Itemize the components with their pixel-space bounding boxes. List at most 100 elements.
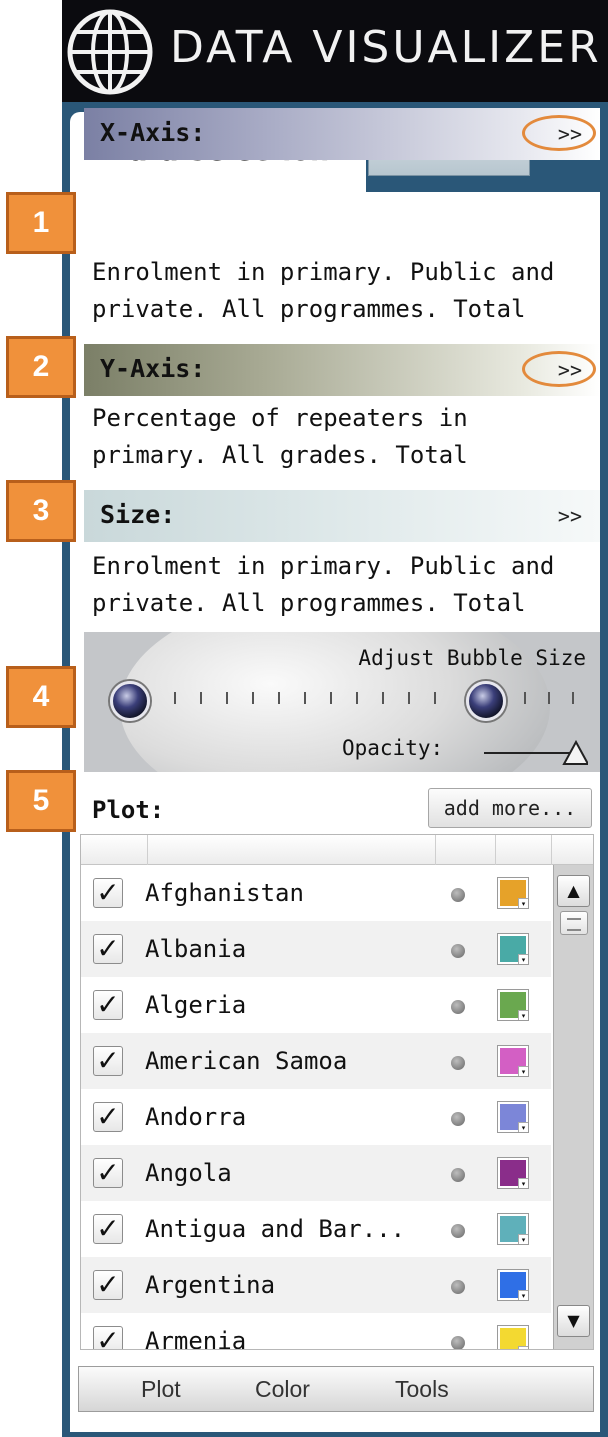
dropdown-arrow-icon: ▾ [518,1346,528,1349]
bubble-size-panel: Adjust Bubble Size Opacity: [84,632,600,772]
country-checkbox[interactable]: ✓ [93,1270,123,1300]
x-axis-description: Enrolment in primary. Public and private… [92,258,555,323]
bubble-size-min-knob[interactable] [110,681,150,721]
country-list: ✓ Afghanistan ▾ ✓ Albania ▾ ✓ Algeria ▾ ✓ American… [80,834,594,1350]
size-description: Enrolment in primary. Public and private… [92,552,555,617]
slider-tick [200,692,202,704]
opacity-label: Opacity: [342,736,444,760]
country-name: Argentina [145,1271,276,1299]
bottom-tab-color[interactable]: Color [255,1376,310,1403]
country-name: Armenia [145,1327,247,1350]
country-row[interactable]: ✓ Albania ▾ [81,921,551,977]
callout-4: 4 [6,666,76,728]
y-axis-label: Y-Axis: [100,354,206,383]
country-checkbox[interactable]: ✓ [93,1046,123,1076]
color-picker[interactable]: ▾ [497,933,529,965]
slider-tick [382,692,384,704]
country-row[interactable]: ✓ Andorra ▾ [81,1089,551,1145]
country-checkbox[interactable]: ✓ [93,934,123,964]
slider-tick [174,692,176,704]
color-picker[interactable]: ▾ [497,1269,529,1301]
bubble-dot-icon [451,1336,465,1349]
app-title: DATA VISUALIZER [170,22,602,73]
dropdown-arrow-icon: ▾ [518,1234,528,1244]
x-axis-label: X-Axis: [100,118,206,147]
color-picker[interactable]: ▾ [497,1325,529,1349]
dropdown-arrow-icon: ▾ [518,1178,528,1188]
country-row[interactable]: ✓ Angola ▾ [81,1145,551,1201]
scroll-up-button[interactable]: ▲ [557,875,590,907]
slider-tick [330,692,332,704]
bubble-dot-icon [451,1168,465,1182]
country-name: American Samoa [145,1047,348,1075]
callout-5: 5 [6,770,76,832]
scroll-thumb[interactable] [560,911,588,935]
slider-tick [572,692,574,704]
size-label: Size: [100,500,176,529]
highlight-ring [522,351,596,387]
color-picker[interactable]: ▾ [497,1213,529,1245]
callout-3: 3 [6,480,76,542]
column-divider [147,835,148,865]
globe-icon [67,9,153,95]
bubble-size-max-knob[interactable] [466,681,506,721]
bottom-tab-bar: Plot Color Tools [78,1366,594,1412]
color-picker[interactable]: ▾ [497,989,529,1021]
bubble-dot-icon [451,1280,465,1294]
list-scrollbar[interactable]: ▲ ▼ [553,865,593,1349]
size-expand-button[interactable]: >> [558,504,582,528]
slider-tick [408,692,410,704]
country-row[interactable]: ✓ Algeria ▾ [81,977,551,1033]
bubble-dot-icon [451,888,465,902]
bubble-dot-icon [451,1056,465,1070]
bubble-dot-icon [451,1224,465,1238]
highlight-ring [522,115,596,151]
country-row[interactable]: ✓ Argentina ▾ [81,1257,551,1313]
slider-tick [252,692,254,704]
country-name: Algeria [145,991,247,1019]
country-name: Albania [145,935,247,963]
country-row[interactable]: ✓ Antigua and Bar... ▾ [81,1201,551,1257]
country-checkbox[interactable]: ✓ [93,1102,123,1132]
column-divider [495,835,496,865]
country-row[interactable]: ✓ Afghanistan ▾ [81,865,551,921]
bottom-tab-tools[interactable]: Tools [395,1376,449,1403]
country-checkbox[interactable]: ✓ [93,1158,123,1188]
country-checkbox[interactable]: ✓ [93,1326,123,1349]
column-divider [551,835,552,865]
app-header: DATA VISUALIZER [62,0,608,102]
plot-label: Plot: [92,796,165,824]
add-more-button[interactable]: add more... [428,788,592,828]
color-picker[interactable]: ▾ [497,1101,529,1133]
slider-tick [524,692,526,704]
bubble-size-label: Adjust Bubble Size [358,646,586,670]
color-picker[interactable]: ▾ [497,1045,529,1077]
slider-tick [304,692,306,704]
dropdown-arrow-icon: ▾ [518,1290,528,1300]
slider-tick [278,692,280,704]
color-picker[interactable]: ▾ [497,877,529,909]
column-divider [435,835,436,865]
country-row[interactable]: ✓ American Samoa ▾ [81,1033,551,1089]
list-header [81,835,593,865]
country-checkbox[interactable]: ✓ [93,990,123,1020]
dropdown-arrow-icon: ▾ [518,1010,528,1020]
dropdown-arrow-icon: ▾ [518,1066,528,1076]
opacity-slider[interactable] [484,740,588,766]
scroll-down-button[interactable]: ▼ [557,1305,590,1337]
size-header[interactable]: Size: >> [84,490,600,542]
country-checkbox[interactable]: ✓ [93,1214,123,1244]
y-axis-header[interactable]: Y-Axis: >> [84,344,600,396]
bubble-dot-icon [451,1112,465,1126]
bubble-dot-icon [451,944,465,958]
y-axis-description: Percentage of repeaters in primary. All … [92,404,468,469]
color-picker[interactable]: ▾ [497,1157,529,1189]
dropdown-arrow-icon: ▾ [518,954,528,964]
callout-2: 2 [6,336,76,398]
callout-1: 1 [6,192,76,254]
x-axis-header[interactable]: X-Axis: >> [84,108,600,160]
country-name: Antigua and Bar... [145,1215,406,1243]
bottom-tab-plot[interactable]: Plot [141,1376,181,1403]
country-row[interactable]: ✓ Armenia ▾ [81,1313,551,1350]
country-checkbox[interactable]: ✓ [93,878,123,908]
